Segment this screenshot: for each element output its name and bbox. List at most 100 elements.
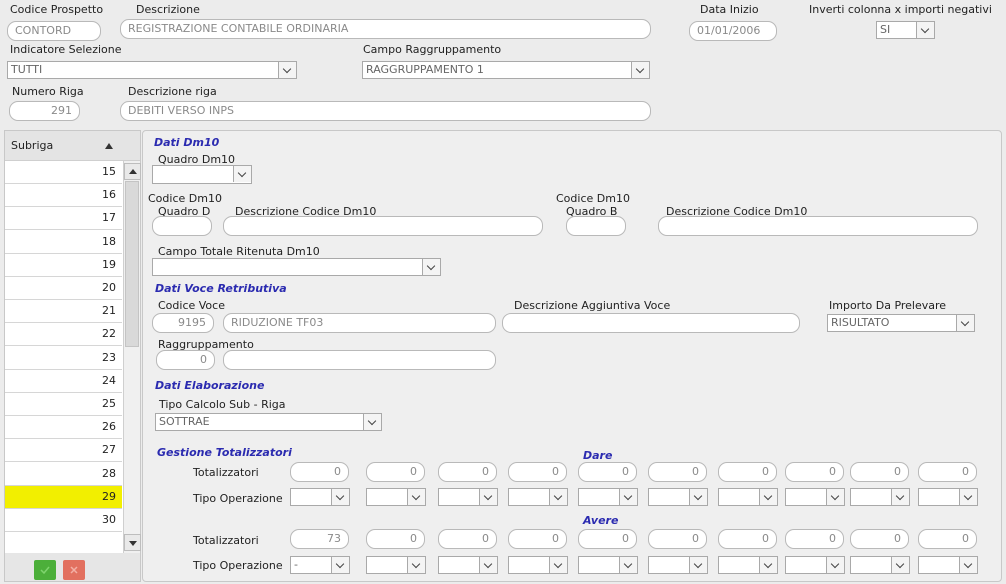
subriga-row[interactable]: 27 [5, 439, 122, 463]
chevron-down-icon[interactable] [549, 557, 567, 573]
raggruppamento-field[interactable]: 0 [156, 350, 215, 370]
dare-operazione-select[interactable] [290, 488, 350, 506]
avere-totalizzatore-field[interactable]: 0 [718, 529, 777, 549]
inverti-select[interactable]: SI [876, 21, 935, 39]
dare-operazione-select[interactable] [508, 488, 568, 506]
chevron-down-icon[interactable] [956, 315, 974, 331]
chevron-down-icon[interactable] [278, 62, 296, 78]
dare-operazione-select[interactable] [718, 488, 778, 506]
dare-operazione-select[interactable] [366, 488, 426, 506]
chevron-down-icon[interactable] [689, 557, 707, 573]
chevron-down-icon[interactable] [689, 489, 707, 505]
descr-b-field[interactable] [658, 216, 978, 236]
subriga-row[interactable]: 17 [5, 207, 122, 231]
dare-totalizzatore-field[interactable]: 0 [850, 462, 909, 482]
avere-operazione-select[interactable]: - [290, 556, 350, 574]
avere-totalizzatore-field[interactable]: 73 [290, 529, 349, 549]
dare-totalizzatore-field[interactable]: 0 [648, 462, 707, 482]
chevron-down-icon[interactable] [363, 414, 381, 430]
subriga-header[interactable]: Subriga [5, 131, 140, 161]
subriga-row[interactable]: 21 [5, 300, 122, 324]
dare-operazione-select[interactable] [785, 488, 845, 506]
importo-select[interactable]: RISULTATO [827, 314, 975, 332]
avere-operazione-select[interactable] [508, 556, 568, 574]
dare-totalizzatore-field[interactable]: 0 [918, 462, 977, 482]
avere-totalizzatore-field[interactable]: 0 [366, 529, 425, 549]
subriga-row[interactable]: 23 [5, 346, 122, 370]
chevron-down-icon[interactable] [959, 489, 977, 505]
dare-operazione-select[interactable] [648, 488, 708, 506]
sort-asc-icon[interactable] [105, 143, 113, 149]
avere-totalizzatore-field[interactable]: 0 [648, 529, 707, 549]
avere-operazione-select[interactable] [366, 556, 426, 574]
avere-totalizzatore-field[interactable]: 0 [578, 529, 637, 549]
indicatore-select[interactable]: TUTTI [7, 61, 297, 79]
dare-totalizzatore-field[interactable]: 0 [718, 462, 777, 482]
tipo-calcolo-select[interactable]: SOTTRAE [155, 413, 382, 431]
scroll-down-button[interactable] [124, 534, 141, 551]
subriga-row[interactable]: 24 [5, 369, 122, 393]
chevron-down-icon[interactable] [916, 22, 934, 38]
avere-totalizzatore-field[interactable]: 0 [850, 529, 909, 549]
descrizione-field[interactable]: REGISTRAZIONE CONTABILE ORDINARIA [120, 19, 651, 39]
avere-operazione-select[interactable] [578, 556, 638, 574]
chevron-down-icon[interactable] [549, 489, 567, 505]
confirm-button[interactable] [34, 560, 56, 580]
subriga-row[interactable]: 20 [5, 277, 122, 300]
subriga-row[interactable]: 18 [5, 230, 122, 254]
codice-b-field[interactable] [566, 216, 626, 236]
chevron-down-icon[interactable] [331, 489, 349, 505]
cancel-button[interactable] [63, 560, 85, 580]
scroll-thumb[interactable] [125, 181, 139, 347]
dare-totalizzatore-field[interactable]: 0 [290, 462, 349, 482]
subriga-row[interactable]: 19 [5, 253, 122, 277]
avere-operazione-select[interactable] [648, 556, 708, 574]
quadro-dm10-select[interactable] [152, 165, 252, 184]
dare-operazione-select[interactable] [850, 488, 910, 506]
chevron-down-icon[interactable] [759, 557, 777, 573]
codice-voce-field[interactable]: 9195 [152, 313, 214, 333]
dare-totalizzatore-field[interactable]: 0 [508, 462, 567, 482]
chevron-down-icon[interactable] [479, 489, 497, 505]
scrollbar[interactable] [123, 161, 141, 553]
numero-riga-field[interactable]: 291 [9, 101, 80, 121]
descr-d-field[interactable] [223, 216, 543, 236]
campo-ragg-select[interactable]: RAGGRUPPAMENTO 1 [362, 61, 650, 79]
avere-operazione-select[interactable] [438, 556, 498, 574]
chevron-down-icon[interactable] [407, 489, 425, 505]
scroll-up-button[interactable] [124, 163, 141, 180]
avere-operazione-select[interactable] [785, 556, 845, 574]
chevron-down-icon[interactable] [619, 557, 637, 573]
dare-totalizzatore-field[interactable]: 0 [366, 462, 425, 482]
chevron-down-icon[interactable] [331, 557, 349, 573]
data-inizio-field[interactable]: 01/01/2006 [689, 21, 777, 41]
subriga-row[interactable]: 26 [5, 416, 122, 440]
chevron-down-icon[interactable] [631, 62, 649, 78]
chevron-down-icon[interactable] [891, 557, 909, 573]
dare-operazione-select[interactable] [438, 488, 498, 506]
subriga-row[interactable]: 28 [5, 462, 122, 486]
avere-totalizzatore-field[interactable]: 0 [438, 529, 497, 549]
avere-totalizzatore-field[interactable]: 0 [918, 529, 977, 549]
avere-operazione-select[interactable] [718, 556, 778, 574]
avere-totalizzatore-field[interactable]: 0 [508, 529, 567, 549]
chevron-down-icon[interactable] [422, 259, 440, 275]
avere-operazione-select[interactable] [850, 556, 910, 574]
subriga-row[interactable]: 22 [5, 323, 122, 347]
chevron-down-icon[interactable] [959, 557, 977, 573]
dare-operazione-select[interactable] [918, 488, 978, 506]
dare-totalizzatore-field[interactable]: 0 [578, 462, 637, 482]
dare-operazione-select[interactable] [578, 488, 638, 506]
chevron-down-icon[interactable] [759, 489, 777, 505]
chevron-down-icon[interactable] [826, 557, 844, 573]
dare-totalizzatore-field[interactable]: 0 [785, 462, 844, 482]
chevron-down-icon[interactable] [233, 166, 251, 182]
chevron-down-icon[interactable] [826, 489, 844, 505]
subriga-row[interactable]: 29 [5, 485, 122, 509]
chevron-down-icon[interactable] [891, 489, 909, 505]
codice-voce-descr-field[interactable]: RIDUZIONE TF03 [223, 313, 496, 333]
subriga-row[interactable]: 15 [5, 161, 122, 184]
descr-agg-field[interactable] [502, 313, 800, 333]
codice-prospetto-field[interactable]: CONTORD [7, 21, 101, 41]
descrizione-riga-field[interactable]: DEBITI VERSO INPS [120, 101, 651, 121]
